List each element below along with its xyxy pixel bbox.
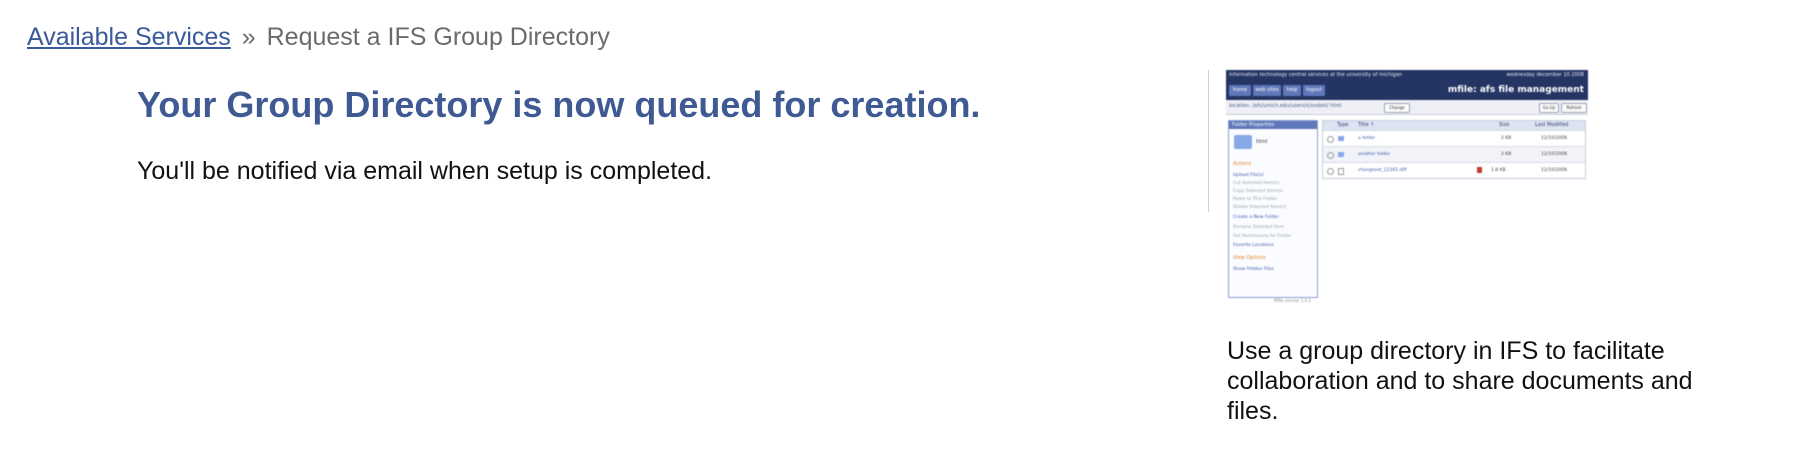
thumb-nav-logout: logout [1303, 85, 1325, 96]
breadcrumb-current: Request a IFS Group Directory [266, 23, 610, 51]
thumb-action: Cut Selected Item(s) [1233, 181, 1280, 186]
thumb-nav-web-sites: web sites [1253, 85, 1281, 96]
thumb-nav-help: help [1283, 85, 1301, 96]
thumb-folder-icon [1234, 135, 1252, 149]
thumb-header: information technology central services … [1226, 70, 1588, 100]
radio-icon [1327, 152, 1334, 159]
thumb-row-modified: 12/10/2008 [1541, 136, 1567, 141]
thumb-row-size: 2 KB [1501, 152, 1512, 157]
thumb-app-title: mfile: afs file management [1447, 85, 1584, 95]
table-row: another folder 2 KB 12/10/2008 [1323, 146, 1585, 162]
divider [1208, 70, 1209, 212]
thumb-row-name: a folder [1358, 136, 1376, 141]
table-row: a folder 2 KB 12/10/2008 [1323, 130, 1585, 146]
file-icon [1338, 168, 1344, 175]
page-title: Your Group Directory is now queued for c… [137, 84, 981, 125]
thumb-folder-name: html [1256, 139, 1268, 145]
thumb-view-option: Show Hidden Files [1233, 267, 1274, 272]
thumb-row-modified: 12/10/2008 [1541, 168, 1567, 173]
app-screenshot-thumbnail: information technology central services … [1226, 70, 1588, 306]
thumb-column-size: Size [1499, 122, 1510, 128]
thumb-table-header: Type Title ↑ Size Last Modified [1323, 121, 1585, 130]
thumb-action: Rename Selected Item [1233, 225, 1285, 230]
thumb-action: Create a New Folder [1233, 215, 1279, 220]
radio-icon [1327, 168, 1334, 175]
folder-icon [1338, 136, 1344, 141]
breadcrumb-link-available-services[interactable]: Available Services [27, 23, 231, 51]
thumb-refresh-button: Refresh [1561, 103, 1587, 113]
group-directory-description: Use a group directory in IFS to facilita… [1227, 337, 1693, 425]
thumb-column-modified: Last Modified [1535, 122, 1569, 128]
thumb-action: Copy Selected Item(s) [1233, 189, 1283, 194]
thumb-location-text: location: /afs/umich.edu/users/s/sosbot/… [1229, 103, 1342, 109]
thumb-sidebar-title: Folder Properties [1229, 121, 1317, 129]
thumb-nav-home: home [1229, 85, 1251, 96]
radio-icon [1327, 136, 1334, 143]
breadcrumb: Available Services » Request a IFS Group… [27, 23, 610, 52]
thumb-row-name: another folder [1358, 152, 1391, 157]
thumb-row-modified: 12/10/2008 [1541, 152, 1567, 157]
thumb-file-table: Type Title ↑ Size Last Modified a folder… [1322, 120, 1586, 179]
thumb-action: Paste to This Folder [1233, 197, 1278, 202]
folder-icon [1338, 152, 1344, 157]
thumb-row-size: 1.8 KB [1491, 168, 1506, 173]
thumb-action: Set Permissions for Folder [1233, 234, 1292, 239]
thumb-header-date: wednesday december 10 2008 [1506, 72, 1585, 78]
download-icon [1477, 167, 1482, 173]
thumb-column-title: Title ↑ [1358, 122, 1375, 128]
breadcrumb-separator: » [241, 23, 256, 51]
thumb-action: Delete Selected Item(s) [1233, 205, 1287, 210]
notification-message: You'll be notified via email when setup … [137, 157, 713, 185]
page: Available Services » Request a IFS Group… [0, 0, 1818, 466]
thumb-column-type: Type [1337, 122, 1349, 128]
thumb-go-up-button: Go Up [1539, 103, 1559, 113]
thumb-header-left: information technology central services … [1229, 72, 1403, 78]
table-row: changeset_12345.diff 1.8 KB 12/10/2008 [1323, 162, 1585, 178]
thumb-location-bar: location: /afs/umich.edu/users/s/sosbot/… [1226, 100, 1588, 115]
thumb-action: Favorite Locations [1233, 243, 1274, 248]
thumb-action: Upload File(s) [1233, 173, 1264, 178]
thumb-view-heading: View Options [1233, 255, 1266, 261]
thumb-change-button: Change [1384, 103, 1410, 113]
thumb-row-size: 2 KB [1501, 136, 1512, 141]
thumb-actions-heading: Actions [1233, 161, 1252, 167]
thumb-sidebar: Folder Properties html Actions Upload Fi… [1228, 120, 1318, 298]
thumb-row-name: changeset_12345.diff [1358, 168, 1407, 173]
thumb-version: Mfile version 1.0.2 [1274, 298, 1311, 303]
